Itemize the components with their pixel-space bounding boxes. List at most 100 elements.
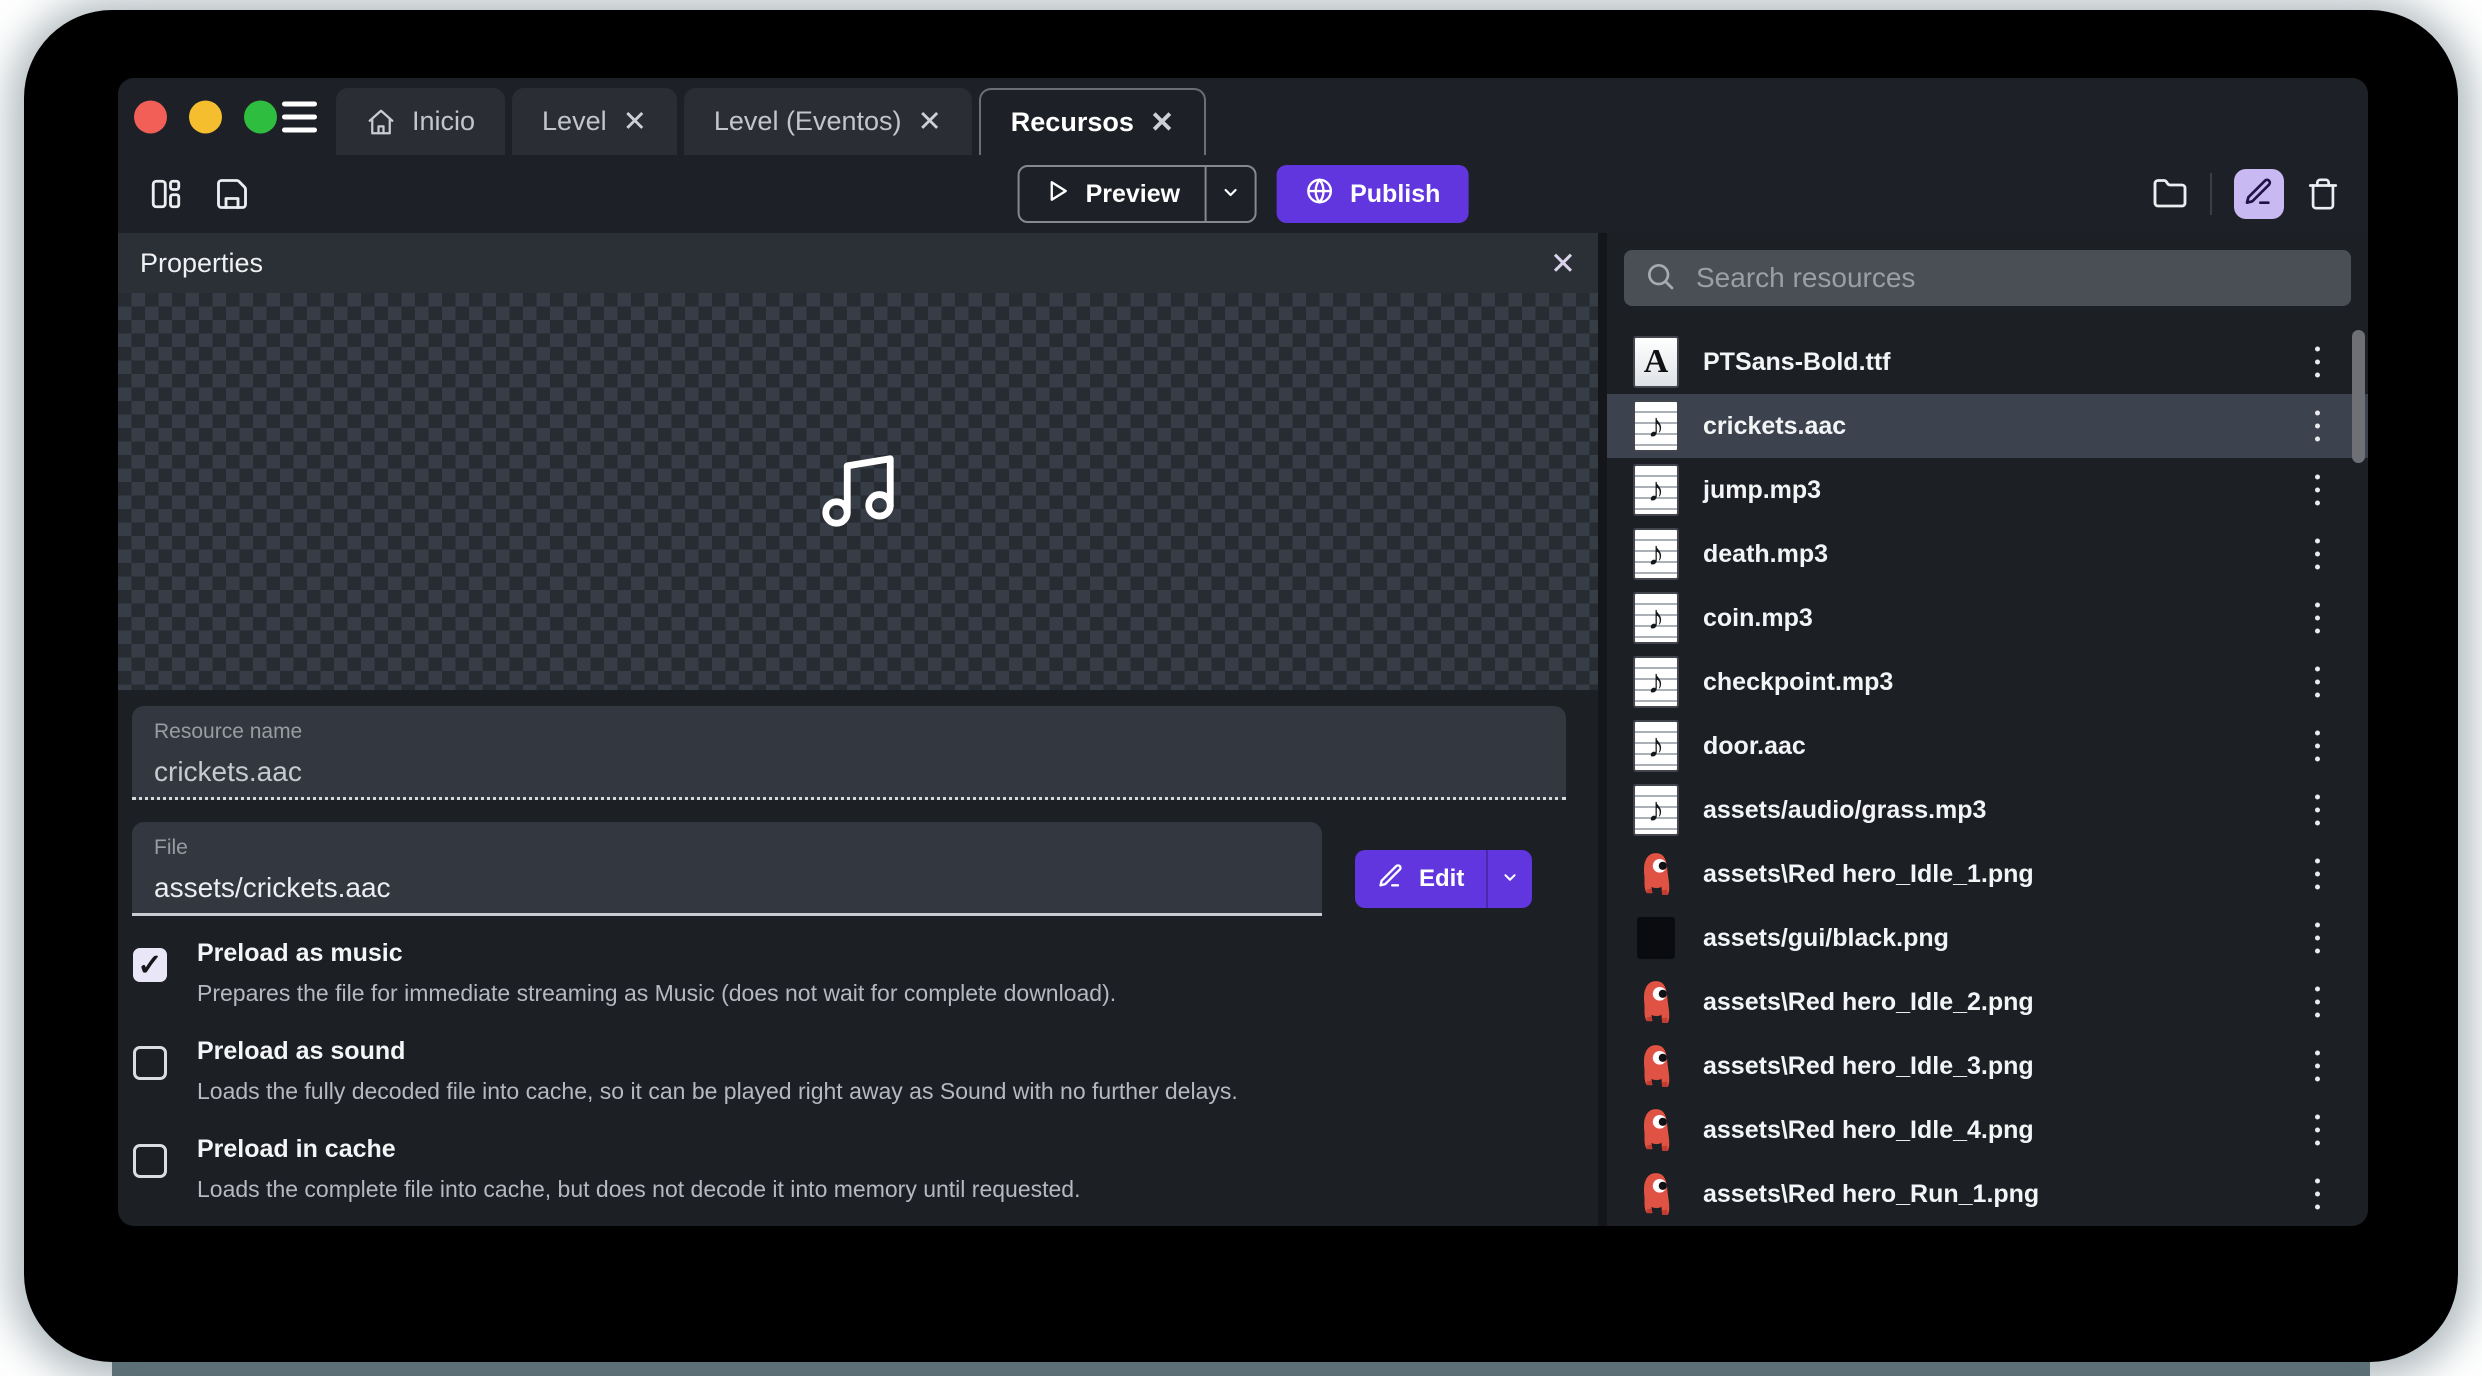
resource-row[interactable]: ♪ assets/audio/grass.mp3: [1607, 778, 2368, 842]
checkbox[interactable]: ✓: [133, 1046, 167, 1080]
minimize-window-button[interactable]: [189, 100, 222, 133]
resource-name-value[interactable]: crickets.aac: [154, 756, 1566, 788]
resource-row[interactable]: assets\Red hero_Idle_2.png: [1607, 970, 2368, 1034]
resource-row[interactable]: assets\Red hero_Idle_1.png: [1607, 842, 2368, 906]
kebab-menu-icon[interactable]: [2309, 533, 2326, 576]
checkbox-preload-as-sound[interactable]: ✓ Preload as sound Loads the fully decod…: [133, 1031, 1566, 1111]
resource-row[interactable]: assets\Red hero_Idle_3.png: [1607, 1034, 2368, 1098]
audio-file-icon: ♪: [1633, 528, 1679, 580]
kebab-menu-icon[interactable]: [2309, 1173, 2326, 1216]
search-box[interactable]: [1624, 250, 2351, 306]
tab-bar: Inicio Level ✕ Level (Eventos) ✕ Recurso…: [336, 88, 1213, 155]
tab-inicio[interactable]: Inicio: [336, 88, 505, 155]
folder-icon[interactable]: [2152, 176, 2188, 212]
chevron-down-icon: [1218, 180, 1242, 209]
checkbox-description: Loads the complete file into cache, but …: [197, 1169, 1080, 1209]
audio-file-icon: ♪: [1633, 720, 1679, 772]
checkbox-description: Loads the fully decoded file into cache,…: [197, 1071, 1238, 1111]
project-manager-icon[interactable]: [148, 176, 184, 212]
resource-row[interactable]: ♪ coin.mp3: [1607, 586, 2368, 650]
resource-name: assets\Red hero_Idle_1.png: [1703, 860, 2034, 889]
sprite-icon: [1633, 1168, 1679, 1220]
checkbox[interactable]: ✓: [133, 948, 167, 982]
resource-row[interactable]: assets\Red hero_Idle_4.png: [1607, 1098, 2368, 1162]
titlebar: Inicio Level ✕ Level (Eventos) ✕ Recurso…: [118, 78, 2368, 155]
publish-button[interactable]: Publish: [1276, 165, 1468, 223]
resource-row[interactable]: ♪ crickets.aac: [1607, 394, 2368, 458]
kebab-menu-icon[interactable]: [2309, 981, 2326, 1024]
panel-title: Properties: [140, 248, 263, 279]
kebab-menu-icon[interactable]: [2309, 917, 2326, 960]
edit-file-button[interactable]: Edit: [1355, 850, 1532, 908]
resource-name: assets/audio/grass.mp3: [1703, 796, 1986, 825]
checkbox-label: Preload as sound: [197, 1031, 1238, 1071]
edit-dropdown-button[interactable]: [1486, 850, 1532, 908]
resource-list: A PTSans-Bold.ttf ♪ crickets.aac ♪ jump.…: [1607, 330, 2368, 1226]
kebab-menu-icon[interactable]: [2309, 789, 2326, 832]
resource-name: assets/gui/black.png: [1703, 924, 1949, 953]
pencil-icon: [1377, 862, 1405, 897]
close-icon[interactable]: ✕: [1550, 248, 1576, 279]
close-icon[interactable]: ✕: [623, 106, 647, 137]
checkbox-description: Prepares the file for immediate streamin…: [197, 973, 1116, 1013]
sprite-icon: [1633, 848, 1679, 900]
audio-file-icon: ♪: [1633, 784, 1679, 836]
save-icon[interactable]: [214, 176, 250, 212]
close-window-button[interactable]: [134, 100, 167, 133]
resource-name: assets\Red hero_Idle_4.png: [1703, 1116, 2034, 1145]
home-icon: [366, 107, 396, 137]
resource-name: door.aac: [1703, 732, 1806, 761]
trash-icon[interactable]: [2306, 177, 2340, 211]
resource-row[interactable]: assets\Red hero_Run_1.png: [1607, 1162, 2368, 1226]
resource-name-field[interactable]: Resource name crickets.aac: [132, 706, 1566, 800]
publish-label: Publish: [1350, 180, 1440, 209]
main-menu-icon[interactable]: [282, 101, 317, 132]
sprite-icon: [1633, 976, 1679, 1028]
resource-preview-area: [118, 293, 1598, 690]
resource-name: assets\Red hero_Idle_2.png: [1703, 988, 2034, 1017]
kebab-menu-icon[interactable]: [2309, 1045, 2326, 1088]
kebab-menu-icon[interactable]: [2309, 341, 2326, 384]
resource-fields: Resource name crickets.aac File assets/c…: [118, 690, 1598, 1209]
tab-recursos[interactable]: Recursos ✕: [979, 88, 1206, 155]
field-label: Resource name: [154, 720, 1566, 744]
kebab-menu-icon[interactable]: [2309, 469, 2326, 512]
edit-mode-button[interactable]: [2234, 169, 2284, 219]
tab-level-eventos[interactable]: Level (Eventos) ✕: [684, 88, 972, 155]
kebab-menu-icon[interactable]: [2309, 725, 2326, 768]
toolbar-divider: [2210, 173, 2212, 215]
checkbox-preload-in-cache[interactable]: ✓ Preload in cache Loads the complete fi…: [133, 1129, 1566, 1209]
tab-level[interactable]: Level ✕: [512, 88, 677, 155]
resource-name: coin.mp3: [1703, 604, 1813, 633]
close-icon[interactable]: ✕: [1150, 107, 1174, 138]
zoom-window-button[interactable]: [244, 100, 277, 133]
resource-name: assets\Red hero_Run_1.png: [1703, 1180, 2039, 1209]
sprite-icon: [1633, 1104, 1679, 1156]
preview-button[interactable]: Preview: [1018, 165, 1257, 223]
file-field[interactable]: File assets/crickets.aac: [132, 822, 1322, 916]
resource-row[interactable]: ♪ checkpoint.mp3: [1607, 650, 2368, 714]
resource-name: crickets.aac: [1703, 412, 1846, 441]
kebab-menu-icon[interactable]: [2309, 661, 2326, 704]
resource-row[interactable]: ♪ jump.mp3: [1607, 458, 2368, 522]
scrollbar-thumb[interactable]: [2352, 330, 2365, 463]
preload-options: ✓ Preload as music Prepares the file for…: [132, 933, 1566, 1209]
kebab-menu-icon[interactable]: [2309, 405, 2326, 448]
resource-row[interactable]: ♪ death.mp3: [1607, 522, 2368, 586]
app-window: Inicio Level ✕ Level (Eventos) ✕ Recurso…: [118, 78, 2368, 1226]
resource-row[interactable]: assets/gui/black.png: [1607, 906, 2368, 970]
file-value[interactable]: assets/crickets.aac: [154, 872, 1322, 904]
resource-row[interactable]: ♪ door.aac: [1607, 714, 2368, 778]
checkbox-preload-as-music[interactable]: ✓ Preload as music Prepares the file for…: [133, 933, 1566, 1013]
close-icon[interactable]: ✕: [917, 106, 941, 137]
search-input[interactable]: [1694, 261, 2331, 295]
kebab-menu-icon[interactable]: [2309, 853, 2326, 896]
checkbox[interactable]: ✓: [133, 1144, 167, 1178]
properties-panel: Properties ✕ Resource name crickets.aac …: [118, 233, 1598, 1226]
tab-label: Level (Eventos): [714, 106, 902, 137]
resource-row[interactable]: A PTSans-Bold.ttf: [1607, 330, 2368, 394]
pencil-icon: [2243, 176, 2275, 213]
kebab-menu-icon[interactable]: [2309, 597, 2326, 640]
preview-dropdown-button[interactable]: [1204, 167, 1254, 221]
kebab-menu-icon[interactable]: [2309, 1109, 2326, 1152]
